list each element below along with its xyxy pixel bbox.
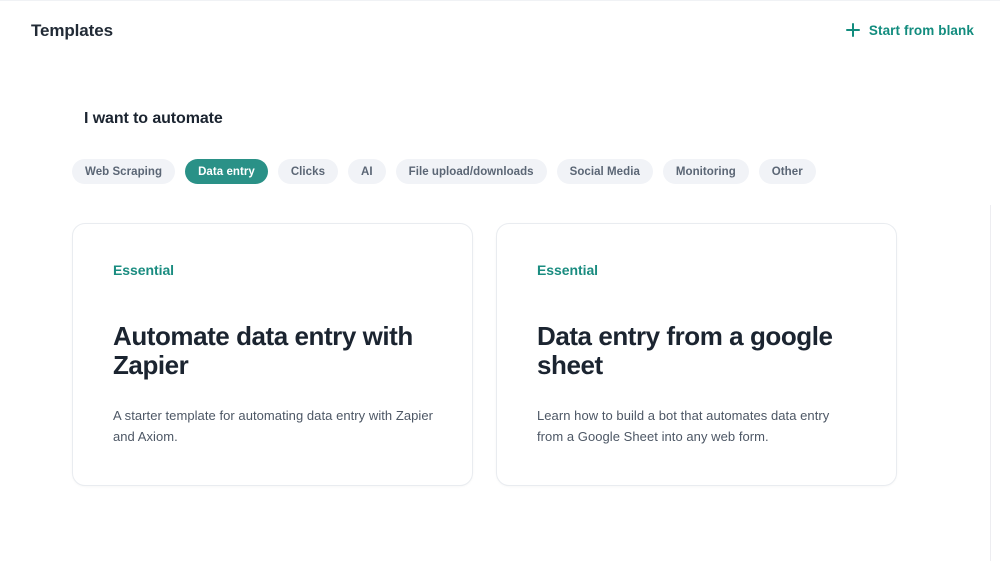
templates-page: Templates Start from blank I want to aut… (0, 0, 1000, 561)
card-description: A starter template for automating data e… (113, 405, 433, 447)
filter-pill-data-entry[interactable]: Data entry (185, 159, 268, 184)
start-from-blank-button[interactable]: Start from blank (846, 23, 974, 38)
filter-pill-monitoring[interactable]: Monitoring (663, 159, 749, 184)
top-bar: Templates Start from blank (0, 0, 1000, 59)
filter-pill-file-upload-downloads[interactable]: File upload/downloads (396, 159, 547, 184)
filter-pill-ai[interactable]: AI (348, 159, 386, 184)
card-title: Automate data entry with Zapier (113, 322, 433, 380)
category-filter-row: Web Scraping Data entry Clicks AI File u… (72, 159, 816, 184)
filter-pill-web-scraping[interactable]: Web Scraping (72, 159, 175, 184)
scrollbar-track[interactable] (990, 205, 991, 561)
plus-icon (846, 23, 860, 37)
card-tag: Essential (113, 262, 433, 278)
content-area: I want to automate Web Scraping Data ent… (0, 59, 1000, 561)
start-from-blank-label: Start from blank (869, 23, 974, 38)
template-card[interactable]: Essential Data entry from a google sheet… (496, 223, 897, 486)
template-card-grid: Essential Automate data entry with Zapie… (72, 223, 897, 486)
filter-pill-social-media[interactable]: Social Media (557, 159, 653, 184)
page-title: Templates (31, 22, 113, 39)
section-heading: I want to automate (84, 110, 223, 128)
filter-pill-other[interactable]: Other (759, 159, 816, 184)
template-card[interactable]: Essential Automate data entry with Zapie… (72, 223, 473, 486)
card-title: Data entry from a google sheet (537, 322, 857, 380)
card-description: Learn how to build a bot that automates … (537, 405, 857, 447)
filter-pill-clicks[interactable]: Clicks (278, 159, 338, 184)
card-tag: Essential (537, 262, 857, 278)
